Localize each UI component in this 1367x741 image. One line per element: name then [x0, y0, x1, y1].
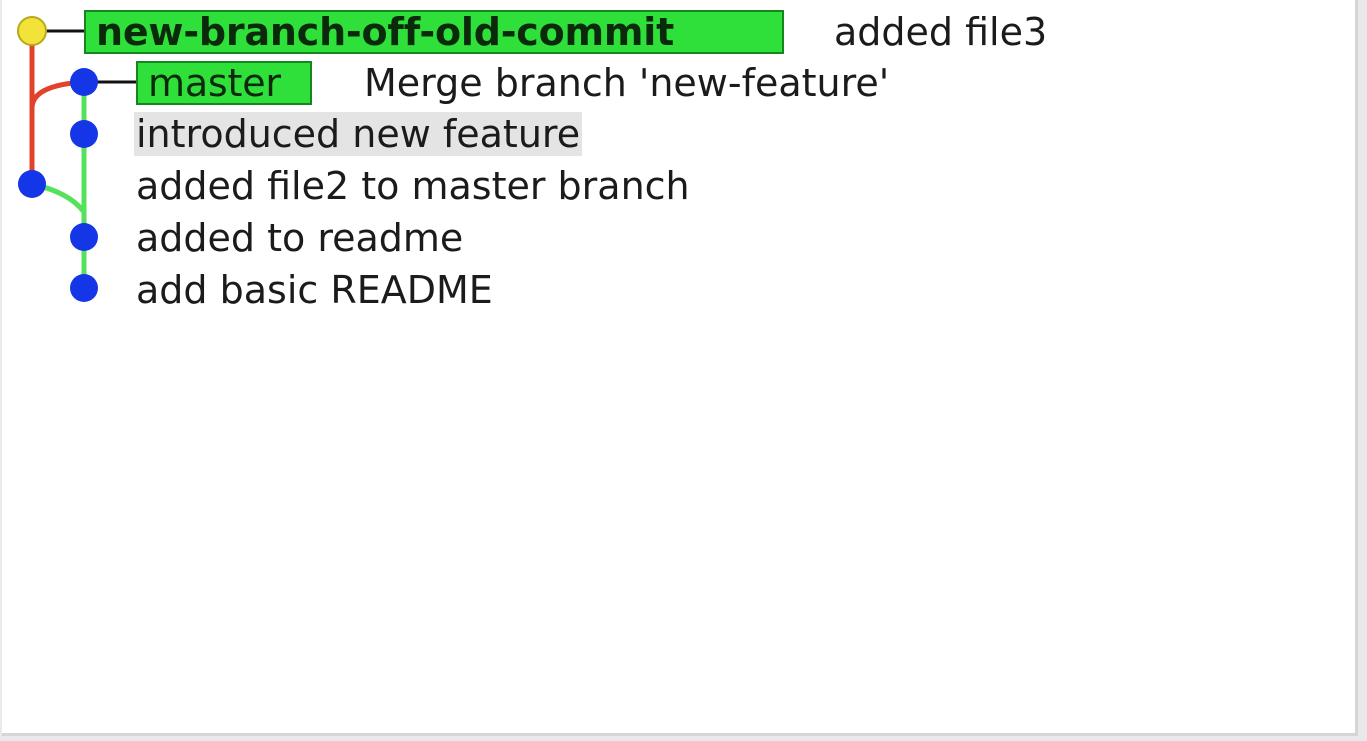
commit-message: added file3 — [834, 10, 1048, 54]
commit-message: Merge branch 'new-feature' — [364, 61, 890, 105]
branch-ref-badge[interactable]: master — [136, 61, 312, 105]
commit-message: added to readme — [136, 216, 464, 260]
commit-history-panel: new-branch-off-old-commit added file3 ma… — [2, 0, 1358, 736]
commit-row[interactable]: master Merge branch 'new-feature' — [2, 57, 1355, 109]
commit-row[interactable]: add basic README — [2, 264, 1355, 316]
branch-ref-badge[interactable]: new-branch-off-old-commit — [84, 10, 784, 54]
commit-row-selected[interactable]: introduced new feature — [2, 108, 1355, 160]
commit-message: introduced new feature — [134, 112, 583, 156]
commit-row[interactable]: added file2 to master branch — [2, 160, 1355, 212]
commit-message: added file2 to master branch — [136, 164, 690, 208]
commit-row[interactable]: new-branch-off-old-commit added file3 — [2, 6, 1355, 58]
commit-row[interactable]: added to readme — [2, 212, 1355, 264]
commit-message: add basic README — [136, 268, 493, 312]
